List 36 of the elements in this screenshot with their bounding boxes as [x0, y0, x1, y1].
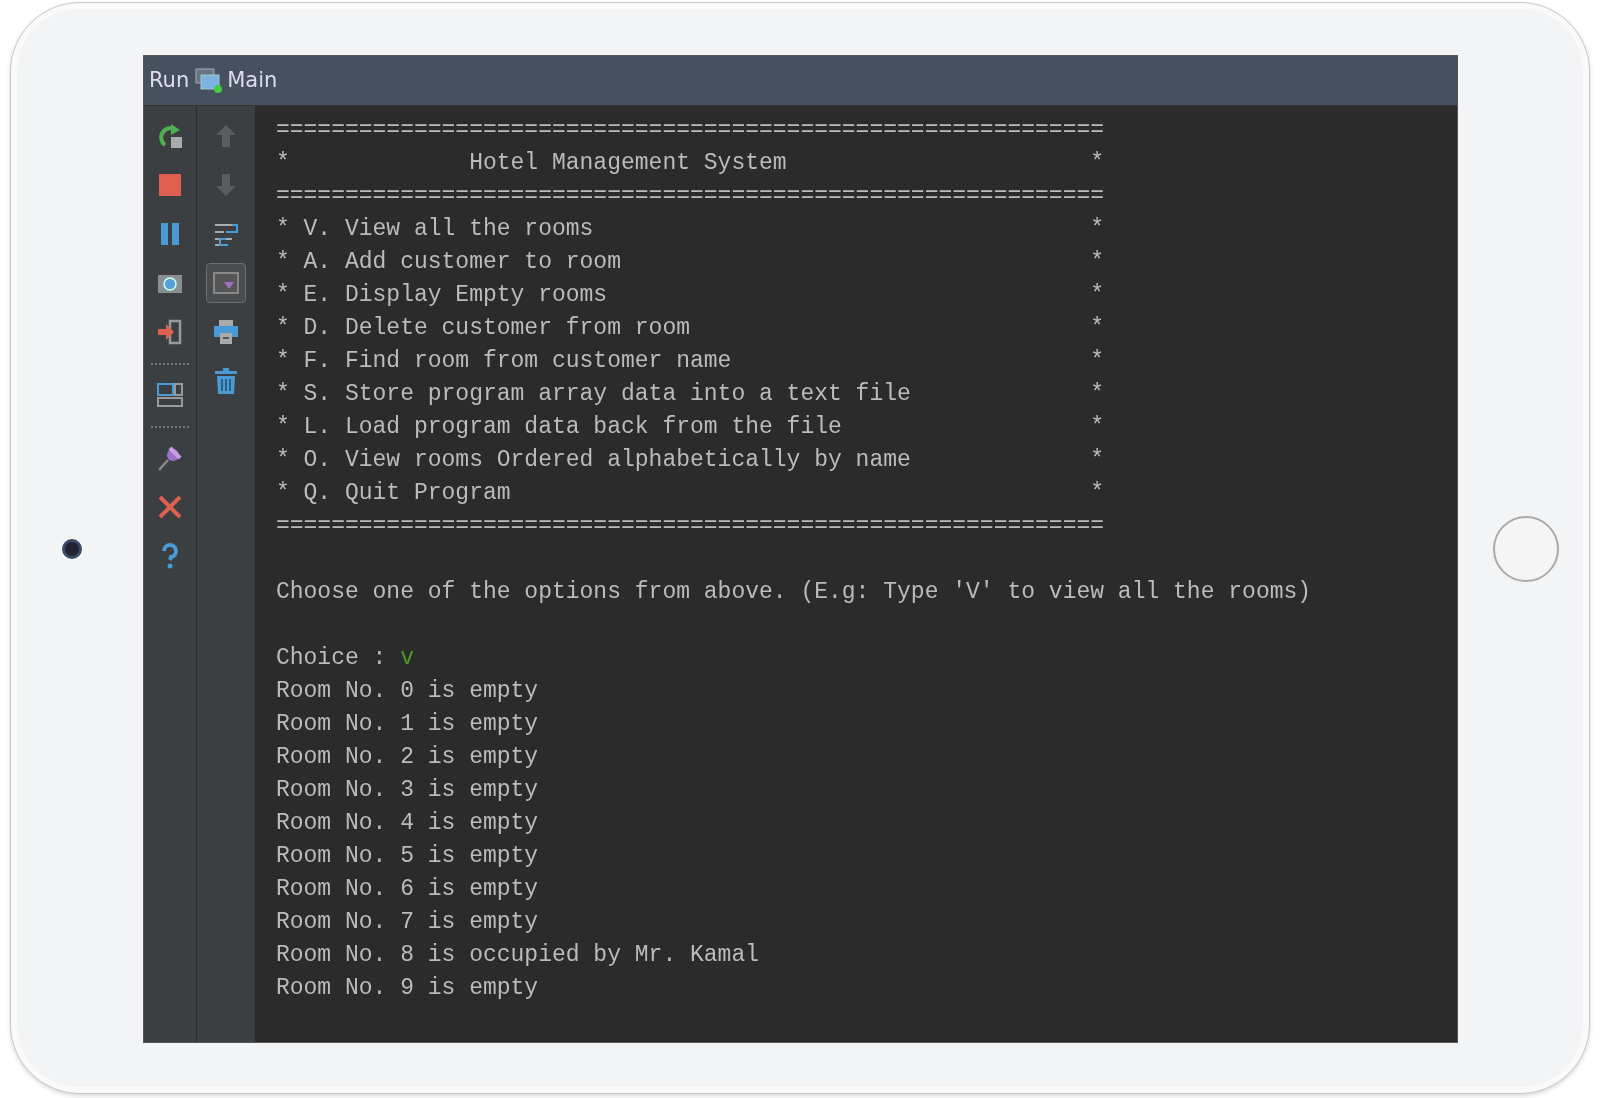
console-line: ============================================================ [275, 116, 1105, 145]
console-line: Room No. 9 is empty [275, 974, 539, 1003]
console-prompt: Choice : [275, 644, 388, 673]
console-line: * S. Store program array data into a text file * [275, 380, 1105, 409]
console-line: Room No. 3 is empty [275, 776, 539, 805]
console-line: * D. Delete customer from room * [275, 314, 1105, 343]
console-line: ============================================================ [275, 512, 1105, 541]
console-line: * A. Add customer to room * [275, 248, 1105, 277]
window-title: Run [148, 66, 190, 94]
console-line: * O. View rooms Ordered alphabetically by name * [275, 446, 1105, 475]
input-text: v [400, 644, 414, 673]
console-line: ============================================================ [275, 182, 1105, 211]
console-line: * Hotel Management System * [275, 149, 1105, 178]
console-line: Room No. 8 is occupied by Mr. Kamal [275, 941, 759, 970]
console-line: Room No. 1 is empty [275, 710, 539, 739]
toggle-button[interactable] [205, 263, 246, 303]
console-line: Room No. 4 is empty [275, 809, 539, 838]
console-line: * V. View all the rooms * [275, 215, 1105, 244]
console-line: Room No. 7 is empty [275, 908, 539, 937]
console-line: Choose one of the options from above. (E.g: Type 'V' to view all the rooms) [275, 578, 1312, 607]
pin-icon[interactable] [155, 444, 184, 472]
layout-icon[interactable] [155, 381, 184, 409]
console-line: Room No. 2 is empty [275, 743, 539, 772]
camera-icon [61, 539, 82, 559]
console-line: * Q. Quit Program * [275, 479, 1105, 508]
console-line: * E. Display Empty rooms * [275, 281, 1105, 310]
console-line: Room No. 6 is empty [275, 875, 539, 904]
exit-icon[interactable] [155, 318, 184, 346]
console-line: * L. Load program data back from the file * [275, 413, 1105, 442]
console-line: Room No. 5 is empty [275, 842, 539, 871]
printer-icon[interactable] [211, 318, 240, 346]
console-line: Room No. 0 is empty [275, 677, 539, 706]
run-tab[interactable]: Main [195, 64, 278, 97]
window-icon [195, 67, 224, 94]
console-line: * F. Find room from customer name * [275, 347, 1105, 376]
scroll-down-icon[interactable] [211, 269, 240, 297]
